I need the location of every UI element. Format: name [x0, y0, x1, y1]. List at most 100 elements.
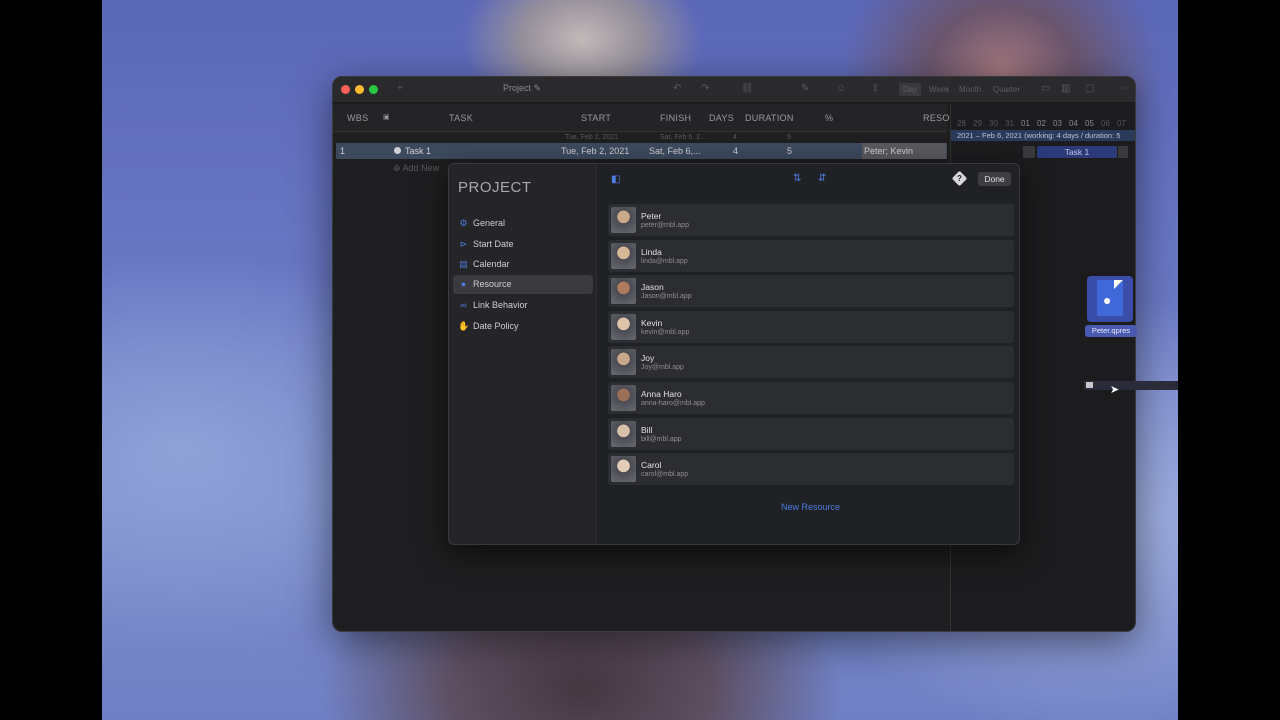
- resource-email: Jason@mbl.app: [641, 293, 692, 301]
- minimize-window-button[interactable]: [355, 85, 364, 94]
- col-wbs[interactable]: WBS: [347, 113, 368, 123]
- zoom-week-button[interactable]: Week: [929, 83, 949, 96]
- nav-item-general[interactable]: ⚙ General: [453, 214, 593, 233]
- nav-item-resource[interactable]: ● Resource: [453, 275, 593, 294]
- resource-name: Joy: [641, 353, 655, 364]
- sort-ascending-icon[interactable]: ⇅: [793, 173, 801, 184]
- nav-item-link-behavior[interactable]: ∞ Link Behavior: [453, 296, 593, 315]
- file-name-label[interactable]: Peter.qpres: [1085, 325, 1137, 337]
- task-finish[interactable]: Sat, Feb 6,...: [649, 146, 701, 156]
- sidebar-toggle-icon[interactable]: ◧: [611, 174, 620, 185]
- share-icon[interactable]: ⇪: [871, 83, 879, 94]
- zoom-window-button[interactable]: [369, 85, 378, 94]
- page-fold-icon: [1114, 280, 1123, 289]
- resource-row[interactable]: Linda linda@mbl.app: [608, 239, 1014, 272]
- add-new-row[interactable]: ⊕ Add New: [393, 163, 439, 174]
- gantt-handle-right[interactable]: [1118, 146, 1128, 158]
- col-finish[interactable]: FINISH: [660, 113, 691, 123]
- link-icon[interactable]: ⛓: [741, 83, 754, 94]
- person-icon: ●: [460, 279, 467, 289]
- start-date-icon: ⊳: [459, 239, 468, 249]
- resource-email: linda@mbl.app: [641, 257, 688, 265]
- close-window-button[interactable]: [341, 85, 350, 94]
- people-icon[interactable]: ☺: [836, 83, 846, 94]
- info-icon[interactable]: ▣: [383, 113, 390, 121]
- desktop-wallpaper: + Project ✎ ↶ ↷ ⛓ ✎ ☺ ⇪ Day Week Month Q…: [102, 0, 1178, 720]
- nav-item-date-policy[interactable]: ✋ Date Policy: [453, 317, 593, 336]
- resource-row[interactable]: Kevin kevin@mbl.app: [608, 310, 1014, 343]
- col-task[interactable]: TASK: [449, 113, 473, 123]
- col-days[interactable]: DAYS: [709, 113, 734, 123]
- layout-icon[interactable]: ▭: [1041, 83, 1050, 94]
- task-start[interactable]: Tue, Feb 2, 2021: [561, 146, 629, 156]
- columns-icon[interactable]: ▥: [1061, 83, 1070, 94]
- col-percent[interactable]: %: [825, 113, 833, 123]
- task-days[interactable]: 4: [733, 146, 738, 156]
- resource-row[interactable]: Anna Haro anna-haro@mbl.app: [608, 382, 1014, 414]
- resource-email: kevin@mbl.app: [641, 328, 690, 336]
- task-resources[interactable]: Peter; Kevin: [862, 143, 946, 159]
- resource-row[interactable]: Carol carol@mbl.app: [608, 453, 1014, 486]
- done-button[interactable]: Done: [978, 172, 1011, 186]
- add-icon[interactable]: +: [397, 83, 403, 94]
- gantt-day-30: 30: [989, 119, 998, 128]
- calendar-icon: ▤: [459, 259, 468, 269]
- undo-icon[interactable]: ↶: [673, 83, 681, 94]
- sheet-title: PROJECT: [458, 179, 532, 196]
- panel-icon[interactable]: ▢: [1085, 83, 1094, 94]
- title-bar[interactable]: + Project ✎ ↶ ↷ ⛓ ✎ ☺ ⇪ Day Week Month Q…: [333, 77, 1135, 103]
- resource-pane: ◧ ⇅ ⇵ ? Done Peter peter@mbl.app Linda lind…: [598, 164, 1019, 544]
- gantt-task-bar[interactable]: Task 1: [1037, 146, 1117, 158]
- zoom-quarter-button[interactable]: Quarter: [993, 83, 1020, 96]
- resource-name: Peter: [641, 211, 662, 221]
- gantt-day-07: 07: [1117, 119, 1126, 128]
- task-name[interactable]: Task 1: [405, 146, 431, 156]
- nav-item-calendar[interactable]: ▤ Calendar: [453, 255, 593, 274]
- resource-email: carol@mbl.app: [641, 471, 689, 479]
- add-circle-icon: ⊕: [393, 163, 403, 173]
- resource-email: anna-haro@mbl.app: [641, 400, 705, 407]
- gantt-handle-left[interactable]: [1023, 146, 1035, 158]
- resource-name: Kevin: [641, 317, 663, 328]
- screen: + Project ✎ ↶ ↷ ⛓ ✎ ☺ ⇪ Day Week Month Q…: [0, 0, 1280, 720]
- hand-icon: ✋: [458, 321, 470, 331]
- resource-row[interactable]: Peter peter@mbl.app: [608, 204, 1014, 236]
- nav-label: Resource: [473, 279, 512, 289]
- nav-label: Start Date: [473, 239, 514, 249]
- col-duration[interactable]: DURATION: [745, 113, 794, 123]
- gantt-day-28: 28: [957, 119, 966, 128]
- window-title: Project ✎: [503, 83, 542, 93]
- redo-icon[interactable]: ↷: [701, 83, 709, 94]
- gears-icon: ⚙: [459, 218, 468, 228]
- resource-row[interactable]: Joy Joy@mbl.app: [608, 346, 1014, 379]
- avatar: [611, 242, 636, 269]
- nav-label: Calendar: [473, 259, 510, 269]
- zoom-month-button[interactable]: Month: [959, 83, 981, 96]
- gantt-day-04: 04: [1069, 119, 1078, 128]
- summary-finish: Sat, Feb 6, 2...: [660, 134, 706, 141]
- edit-icon[interactable]: ✎: [801, 83, 809, 94]
- link-icon: ∞: [460, 300, 467, 310]
- col-resources[interactable]: RESO: [923, 113, 950, 123]
- resource-row[interactable]: Bill bill@mbl.app: [608, 417, 1014, 450]
- zoom-day-button[interactable]: Day: [899, 83, 922, 96]
- summary-duration: 5: [787, 134, 791, 141]
- new-resource-button[interactable]: New Resource: [781, 502, 840, 512]
- drag-thumbnail-icon: [1086, 382, 1093, 388]
- help-label: ?: [957, 174, 962, 183]
- table-header: WBS ▣ TASK START FINISH DAYS DURATION % …: [333, 104, 950, 132]
- col-start[interactable]: START: [581, 113, 611, 123]
- gantt-day-06: 06: [1101, 119, 1110, 128]
- task-duration[interactable]: 5: [787, 146, 792, 156]
- add-new-label: Add New: [402, 163, 440, 173]
- gantt-day-02: 02: [1037, 119, 1046, 128]
- resource-row[interactable]: Jason Jason@mbl.app: [608, 275, 1014, 308]
- table-row[interactable]: 1 Task 1 Tue, Feb 2, 2021 Sat, Feb 6,...…: [336, 143, 947, 159]
- task-dot-icon: [394, 147, 401, 154]
- more-icon[interactable]: ⋯: [1117, 83, 1127, 94]
- gantt-day-05: 05: [1085, 119, 1094, 128]
- gantt-info-bar: 2021 – Feb 6, 2021 (working: 4 days / du…: [951, 130, 1135, 141]
- sort-descending-icon[interactable]: ⇵: [818, 173, 826, 184]
- avatar: [611, 313, 636, 340]
- nav-item-start-date[interactable]: ⊳ Start Date: [453, 235, 593, 254]
